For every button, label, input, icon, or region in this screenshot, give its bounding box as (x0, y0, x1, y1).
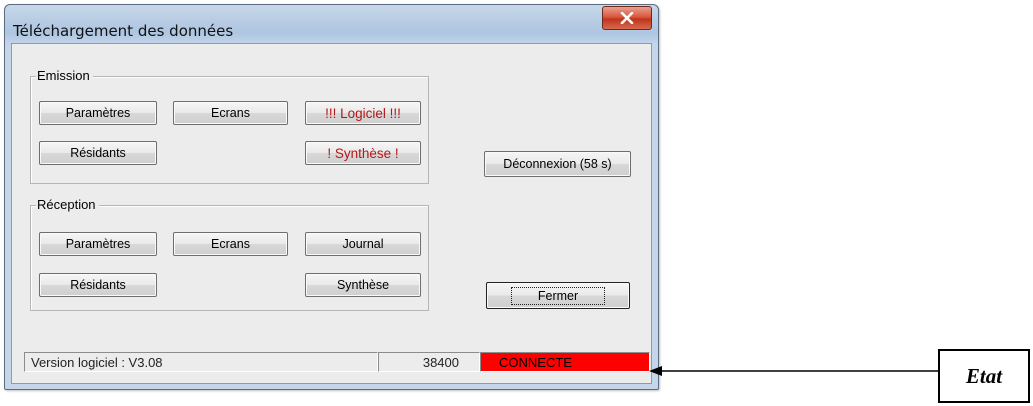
annotation-arrow (649, 366, 938, 376)
etat-annotation-box: Etat (938, 349, 1030, 403)
status-connection-state: CONNECTE (480, 352, 650, 372)
etat-annotation-label: Etat (965, 363, 1003, 388)
emission-synthese-button[interactable]: ! Synthèse ! (305, 141, 421, 165)
title-bar[interactable]: Téléchargement des données (5, 5, 658, 45)
reception-group-label: Réception (36, 197, 99, 213)
emission-group-label: Emission (36, 68, 93, 84)
status-baud-rate: 38400 (378, 352, 480, 372)
emission-group: Emission (30, 68, 429, 184)
status-version: Version logiciel : V3.08 (24, 352, 378, 372)
fermer-label: Fermer (510, 286, 606, 305)
close-icon (620, 12, 634, 24)
dialog-client-area: Emission Paramètres Ecrans !!! Logiciel … (11, 43, 652, 384)
fermer-button[interactable]: Fermer (486, 282, 630, 309)
emission-residants-button[interactable]: Résidants (39, 141, 157, 165)
reception-residants-button[interactable]: Résidants (39, 273, 157, 297)
reception-journal-button[interactable]: Journal (305, 232, 421, 256)
status-bar: Version logiciel : V3.08 38400 CONNECTE (17, 352, 652, 374)
download-dialog: Téléchargement des données Emission Para… (4, 4, 659, 390)
reception-parametres-button[interactable]: Paramètres (39, 232, 157, 256)
window-title: Téléchargement des données (13, 22, 234, 40)
emission-parametres-button[interactable]: Paramètres (39, 101, 157, 125)
deconnexion-button[interactable]: Déconnexion (58 s) (484, 151, 631, 177)
close-button[interactable] (602, 6, 652, 30)
reception-ecrans-button[interactable]: Ecrans (173, 232, 288, 256)
reception-synthese-button[interactable]: Synthèse (305, 273, 421, 297)
emission-logiciel-button[interactable]: !!! Logiciel !!! (305, 101, 421, 125)
emission-ecrans-button[interactable]: Ecrans (173, 101, 288, 125)
